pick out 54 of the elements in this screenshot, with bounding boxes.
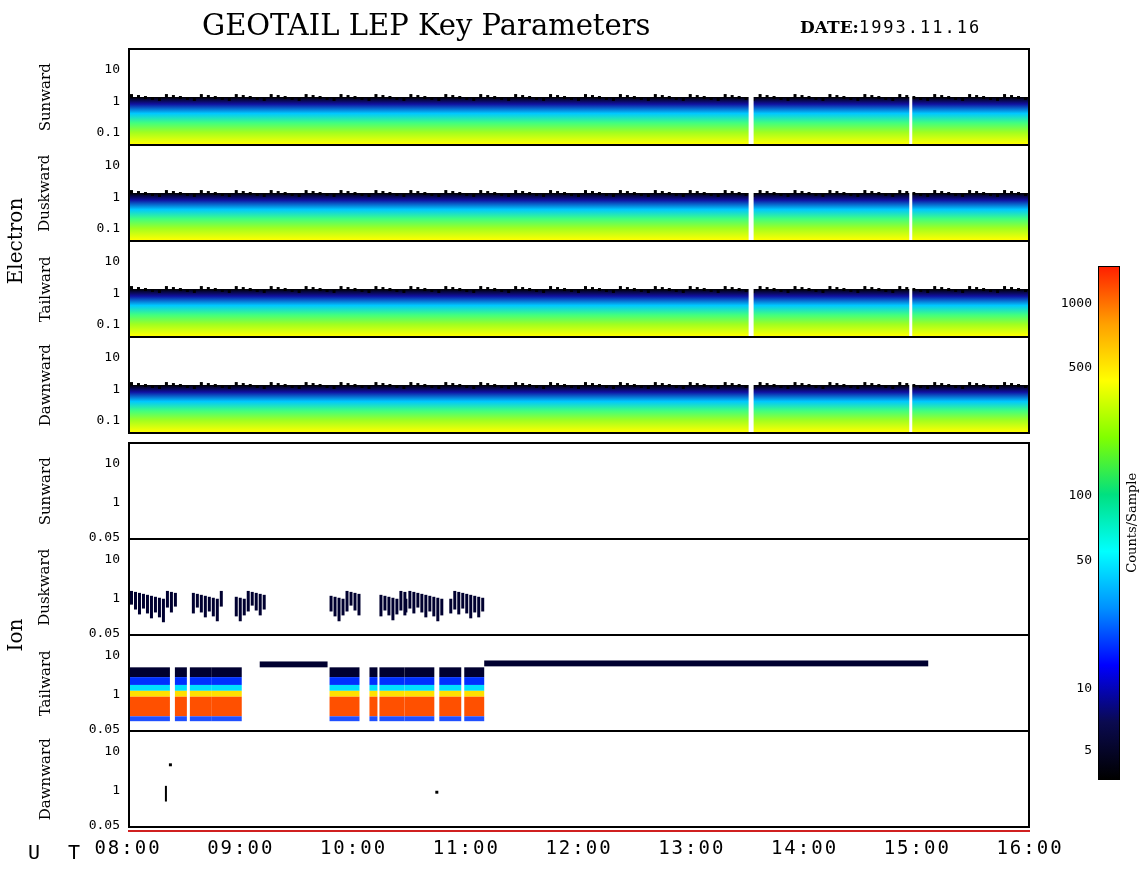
panel-label: Tailward [34, 256, 55, 322]
y-tick-label: 1 [112, 285, 120, 299]
x-tick-label: 12:00 [545, 838, 613, 857]
panel-label: Sunward [34, 62, 55, 132]
x-tick-label: 08:00 [94, 838, 162, 857]
x-tick-label: 15:00 [883, 838, 951, 857]
y-tick-label: 10 [104, 157, 120, 171]
y-tick-label: 1 [112, 381, 120, 395]
x-tick-label: 16:00 [996, 838, 1064, 857]
y-tick-label: 0.1 [96, 124, 120, 138]
y-tick-label: 0.1 [96, 316, 120, 330]
colorbar-tick-label: 10 [1076, 680, 1092, 694]
y-tick-label: 10 [104, 61, 120, 75]
y-tick-label: 0.05 [88, 625, 120, 639]
group-label: Ion [2, 618, 28, 652]
y-tick-label: 1 [112, 494, 120, 508]
panel-label: Dawnward [34, 738, 55, 820]
panel-label: Duskward [34, 548, 55, 626]
y-tick-label: 10 [104, 743, 120, 757]
panel-label: Tailward [34, 650, 55, 716]
colorbar-tick-label: 50 [1076, 552, 1092, 566]
y-tick-label: 0.05 [88, 817, 120, 831]
colorbar-tick-label: 100 [1068, 487, 1092, 501]
y-tick-label: 0.05 [88, 529, 120, 543]
panel-label: Sunward [34, 456, 55, 526]
colorbar-tick-label: 1000 [1060, 295, 1092, 309]
y-tick-label: 10 [104, 551, 120, 565]
colorbar-tick-label: 5 [1084, 742, 1092, 756]
x-tick-label: 13:00 [658, 838, 726, 857]
y-tick-label: 1 [112, 189, 120, 203]
x-tick-label: 11:00 [432, 838, 500, 857]
panel-label: Dawnward [34, 344, 55, 426]
colorbar-tick-label: 500 [1068, 359, 1092, 373]
y-tick-label: 1 [112, 782, 120, 796]
x-tick-label: 14:00 [770, 838, 839, 857]
date-value: 1993.11.16 [858, 15, 982, 39]
colorbar-title: Counts/Sample [1123, 473, 1141, 573]
y-tick-label: 10 [104, 253, 120, 267]
y-tick-label: 1 [112, 93, 120, 107]
x-tick-label: 09:00 [207, 838, 275, 857]
group-label: Electron [2, 197, 28, 285]
plot-title: GEOTAIL LEP Key Parameters [202, 11, 652, 44]
y-tick-label: 0.05 [88, 721, 120, 735]
x-tick-label: 10:00 [319, 838, 388, 857]
y-tick-label: 1 [112, 590, 120, 604]
x-axis-label: U T [28, 839, 89, 866]
y-tick-label: 10 [104, 349, 120, 363]
panel-label: Duskward [34, 154, 55, 232]
y-tick-label: 10 [104, 647, 120, 661]
y-tick-label: 0.1 [96, 220, 120, 234]
y-tick-label: 0.1 [96, 412, 120, 426]
y-tick-label: 1 [112, 686, 120, 700]
date-label: DATE: [800, 15, 859, 39]
y-tick-label: 10 [104, 455, 120, 469]
